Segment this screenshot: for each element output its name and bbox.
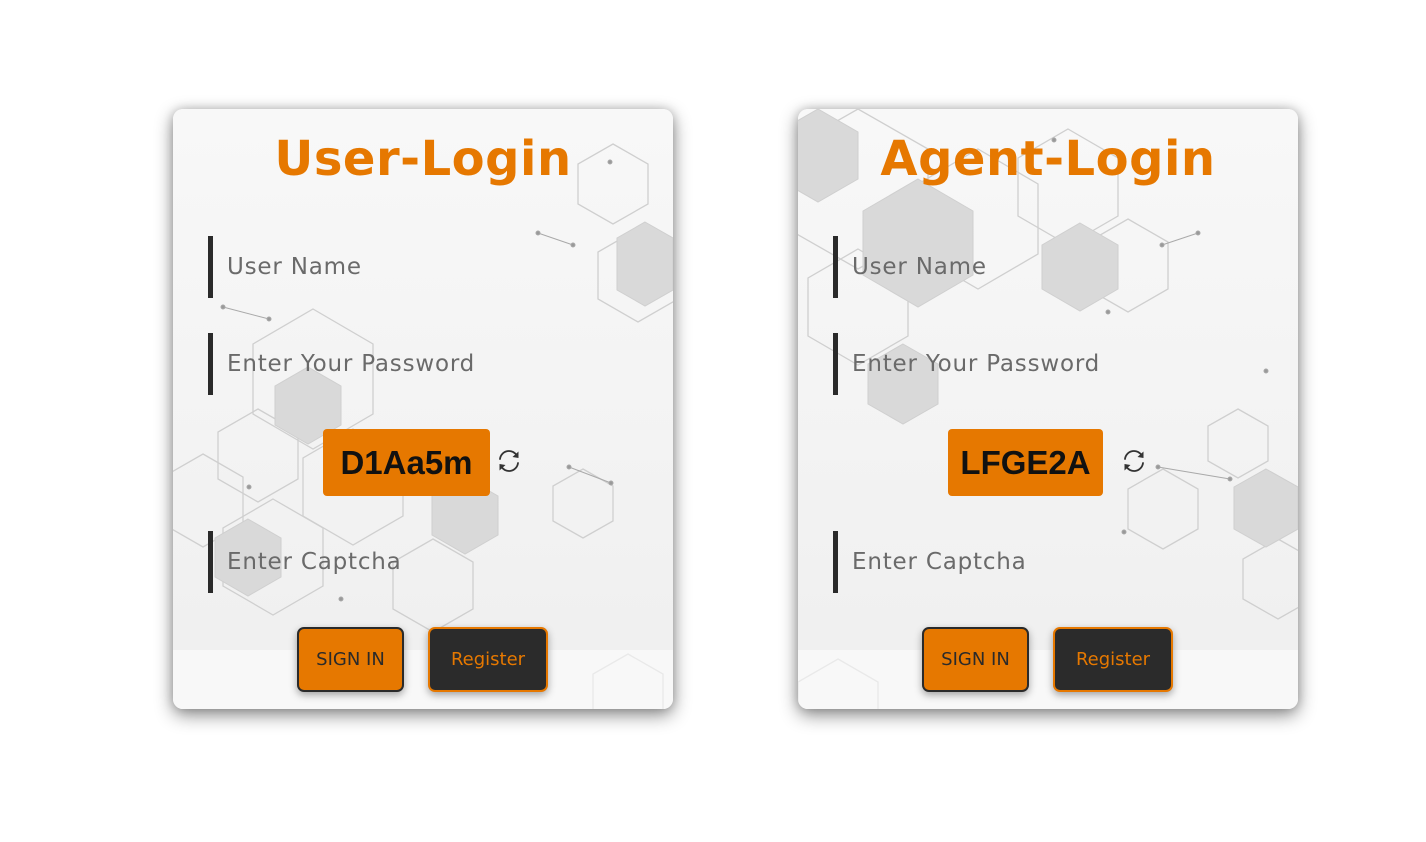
username-field <box>208 236 638 298</box>
bottom-band <box>798 650 1298 709</box>
refresh-icon[interactable] <box>496 448 522 474</box>
agent-login-card: Agent-Login LFGE2A SIGN IN Register <box>798 109 1298 709</box>
password-field <box>208 333 638 395</box>
captcha-input[interactable] <box>213 531 638 593</box>
captcha-code: D1Aa5m <box>323 429 490 496</box>
bottom-band <box>173 650 673 709</box>
register-button[interactable]: Register <box>1053 627 1173 692</box>
refresh-icon[interactable] <box>1121 448 1147 474</box>
username-input[interactable] <box>213 236 638 298</box>
user-login-title: User-Login <box>274 131 572 187</box>
hexagon-background-pattern <box>798 109 1298 709</box>
captcha-input[interactable] <box>838 531 1263 593</box>
captcha-field <box>833 531 1263 593</box>
password-input[interactable] <box>838 333 1263 395</box>
signin-button[interactable]: SIGN IN <box>297 627 404 692</box>
username-field <box>833 236 1263 298</box>
password-input[interactable] <box>213 333 638 395</box>
password-field <box>833 333 1263 395</box>
register-button[interactable]: Register <box>428 627 548 692</box>
captcha-code: LFGE2A <box>948 429 1103 496</box>
captcha-field <box>208 531 638 593</box>
username-input[interactable] <box>838 236 1263 298</box>
hexagon-background-pattern <box>173 143 673 709</box>
user-login-card: User-Login D1Aa5m SIGN IN Register <box>173 109 673 709</box>
signin-button[interactable]: SIGN IN <box>922 627 1029 692</box>
agent-login-title: Agent-Login <box>880 131 1216 187</box>
